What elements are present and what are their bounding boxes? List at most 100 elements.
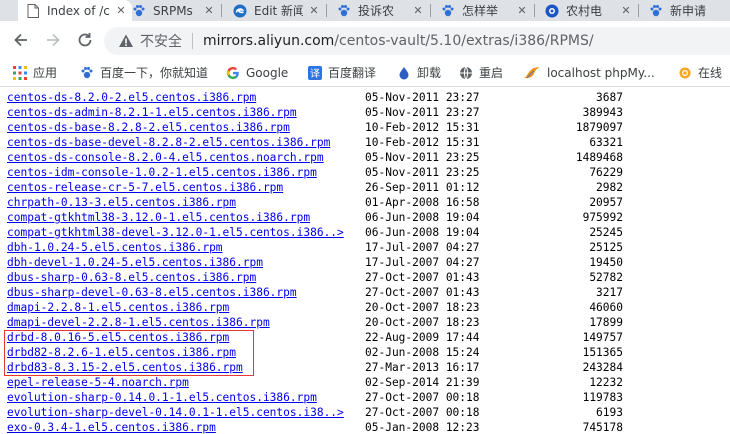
tab-srpms[interactable]: SRPMs ✕ xyxy=(124,0,220,21)
file-size: 3217 xyxy=(596,286,623,299)
file-size: 745178 xyxy=(582,421,623,434)
file-link[interactable]: centos-ds-base-devel-8.2.8-2.el5.centos.… xyxy=(7,135,330,150)
file-date: 05-Nov-2011 23:25 xyxy=(365,166,480,179)
file-date: 27-Mar-2013 16:17 xyxy=(365,361,480,374)
file-link[interactable]: evolution-sharp-0.14.0.1-1.el5.centos.i3… xyxy=(7,390,317,405)
bookmark-baidu[interactable]: 百度一下，你就知道 xyxy=(80,59,208,86)
listing-row: centos-release-cr-5-7.el5.centos.i386.rp… xyxy=(0,180,730,195)
file-size: 19450 xyxy=(589,256,623,269)
edge-icon xyxy=(233,4,247,18)
tab-title: SRPMs xyxy=(153,3,193,18)
file-date: 10-Feb-2012 15:31 xyxy=(365,136,480,149)
address-bar[interactable]: 不安全 mirrors.aliyun.com/centos-vault/5.10… xyxy=(104,27,730,55)
bookmark-label: 应用 xyxy=(33,66,58,80)
bookmark-label: localhost phpMy... xyxy=(547,65,655,80)
file-size: 52782 xyxy=(589,271,623,284)
tab-strip: Index of /centos-vault/5.10/extras/i386/… xyxy=(0,0,730,21)
file-link[interactable]: dbh-1.0.24-5.el5.centos.i386.rpm xyxy=(7,240,223,255)
back-button[interactable] xyxy=(11,30,31,50)
reload-button[interactable] xyxy=(75,30,95,50)
tab-close-icon[interactable]: ✕ xyxy=(515,4,529,17)
tab-title: 怎样举 xyxy=(462,4,499,18)
file-date: 10-Feb-2012 15:31 xyxy=(365,121,480,134)
bookmark-google[interactable]: Google xyxy=(226,59,288,86)
listing-row: dbh-1.0.24-5.el5.centos.i386.rpm 17-Jul-2… xyxy=(0,240,730,255)
file-link[interactable]: dbh-devel-1.0.24-5.el5.centos.i386.rpm xyxy=(7,255,263,270)
browser-toolbar: 不安全 mirrors.aliyun.com/centos-vault/5.10… xyxy=(0,21,730,59)
tab-title: 农村电 xyxy=(566,4,603,18)
file-link[interactable]: dbus-sharp-devel-0.63-8.el5.centos.i386.… xyxy=(7,285,297,300)
file-link[interactable]: epel-release-5-4.noarch.rpm xyxy=(7,375,189,390)
sun-icon xyxy=(678,66,692,80)
tab-close-icon[interactable]: ✕ xyxy=(307,4,321,17)
tab-title: Edit 新闻 xyxy=(254,4,303,18)
bookmark-label: 百度翻译 xyxy=(328,66,377,80)
bookmark-label: Google xyxy=(246,65,289,80)
tab-report[interactable]: 怎样举 ✕ xyxy=(433,0,533,21)
file-date: 05-Nov-2011 23:25 xyxy=(365,151,480,164)
file-size: 76229 xyxy=(589,166,623,179)
tab-rural[interactable]: 农村电 ✕ xyxy=(537,0,637,21)
tab-edit[interactable]: Edit 新闻 ✕ xyxy=(225,0,325,21)
file-link[interactable]: compat-gtkhtml38-3.12.0-1.el5.centos.i38… xyxy=(7,210,310,225)
bookmark-apps[interactable]: 应用 xyxy=(13,59,57,86)
security-label[interactable]: 不安全 xyxy=(140,31,182,51)
tab-title: 新申请 xyxy=(670,4,707,18)
listing-row: dmapi-devel-2.2.8-1.el5.centos.i386.rpm 2… xyxy=(0,315,730,330)
file-link[interactable]: centos-release-cr-5-7.el5.centos.i386.rp… xyxy=(7,180,283,195)
file-date: 17-Jul-2007 04:27 xyxy=(365,241,480,254)
bookmark-online[interactable]: 在线 xyxy=(678,59,722,86)
bookmark-uninstall[interactable]: 卸载 xyxy=(397,59,441,86)
listing-row: dbus-sharp-0.63-8.el5.centos.i386.rpm 27-… xyxy=(0,270,730,285)
file-size: 119783 xyxy=(582,391,623,404)
tab-close-icon[interactable]: ✕ xyxy=(619,4,633,17)
file-link[interactable]: exo-0.3.4-1.el5.centos.i386.rpm xyxy=(7,420,216,434)
file-link[interactable]: centos-ds-8.2.0-2.el5.centos.i386.rpm xyxy=(7,90,256,105)
tab-complaint[interactable]: 投诉农 ✕ xyxy=(329,0,429,21)
tab-divider xyxy=(534,4,535,17)
file-date: 20-Oct-2007 18:23 xyxy=(365,301,480,314)
tab-index-of[interactable]: Index of /centos-vault/5.10/extras/i386/… xyxy=(18,0,132,21)
file-link[interactable]: dmapi-2.2.8-1.el5.centos.i386.rpm xyxy=(7,300,229,315)
bookmark-phpmyadmin[interactable]: localhost phpMy... xyxy=(523,59,655,86)
listing-row: centos-ds-base-devel-8.2.8-2.el5.centos.… xyxy=(0,135,730,150)
address-divider xyxy=(192,33,193,49)
listing-row: compat-gtkhtml38-devel-3.12.0-1.el5.cent… xyxy=(0,225,730,240)
bookmark-baidu-translate[interactable]: 译 百度翻译 xyxy=(308,59,376,86)
tab-divider xyxy=(221,4,222,17)
file-link[interactable]: centos-idm-console-1.0.2-1.el5.centos.i3… xyxy=(7,165,317,180)
bookmark-label: 百度一下，你就知道 xyxy=(100,66,209,80)
file-link[interactable]: evolution-sharp-devel-0.14.0.1-1.el5.cen… xyxy=(7,405,344,420)
file-link[interactable]: compat-gtkhtml38-devel-3.12.0-1.el5.cent… xyxy=(7,225,344,240)
listing-row: compat-gtkhtml38-3.12.0-1.el5.centos.i38… xyxy=(0,210,730,225)
forward-button[interactable] xyxy=(43,30,63,50)
file-size: 243284 xyxy=(582,361,623,374)
file-date: 22-Aug-2009 17:44 xyxy=(365,331,480,344)
file-size: 3687 xyxy=(596,91,623,104)
file-link[interactable]: chrpath-0.13-3.el5.centos.i386.rpm xyxy=(7,195,236,210)
tab-new-apply[interactable]: 新申请 xyxy=(641,0,730,21)
tab-close-icon[interactable]: ✕ xyxy=(202,4,216,17)
file-link[interactable]: centos-ds-base-8.2.8-2.el5.centos.i386.r… xyxy=(7,120,290,135)
bookmarks-bar: 应用 百度一下，你就知道 Google 译 百度翻译 卸载 重启 localho… xyxy=(0,59,730,87)
tab-close-icon[interactable]: ✕ xyxy=(411,4,425,17)
file-date: 26-Sep-2011 01:12 xyxy=(365,181,480,194)
file-size: 151365 xyxy=(582,346,623,359)
file-link[interactable]: centos-ds-console-8.2.0-4.el5.centos.noa… xyxy=(7,150,324,165)
file-link[interactable]: centos-ds-admin-8.2.1-1.el5.centos.i386.… xyxy=(7,105,297,120)
bookmark-restart[interactable]: 重启 xyxy=(459,59,503,86)
google-icon xyxy=(226,66,240,80)
file-date: 20-Oct-2007 18:23 xyxy=(365,316,480,329)
file-date: 27-Oct-2007 00:18 xyxy=(365,406,480,419)
file-link[interactable]: dmapi-devel-2.2.8-1.el5.centos.i386.rpm xyxy=(7,315,270,330)
translate-icon: 译 xyxy=(308,65,322,80)
file-link[interactable]: dbus-sharp-0.63-8.el5.centos.i386.rpm xyxy=(7,270,256,285)
file-date: 06-Jun-2008 19:04 xyxy=(365,226,480,239)
file-date: 17-Jul-2007 04:27 xyxy=(365,256,480,269)
listing-row: centos-ds-8.2.0-2.el5.centos.i386.rpm 05-… xyxy=(0,90,730,105)
file-date: 01-Apr-2008 16:58 xyxy=(365,196,480,209)
document-icon xyxy=(26,3,40,18)
file-size: 1489468 xyxy=(575,151,623,164)
warning-icon[interactable] xyxy=(118,33,134,49)
listing-row: epel-release-5-4.noarch.rpm 02-Sep-2014 2… xyxy=(0,375,730,390)
